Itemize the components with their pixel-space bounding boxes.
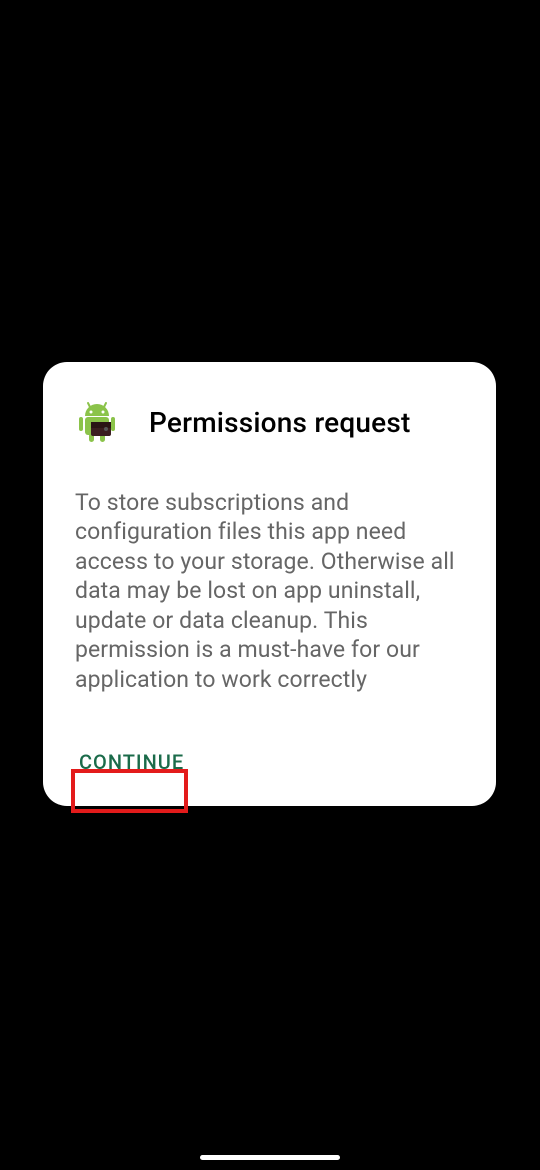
- app-icon: [77, 400, 121, 444]
- dialog-actions: CONTINUE: [75, 742, 464, 782]
- dialog-header: Permissions request: [75, 400, 464, 444]
- permissions-dialog: Permissions request To store subscriptio…: [43, 362, 496, 806]
- dialog-body: To store subscriptions and configuration…: [75, 488, 464, 694]
- dialog-title: Permissions request: [149, 406, 411, 439]
- continue-button[interactable]: CONTINUE: [75, 742, 188, 782]
- navigation-handle[interactable]: [200, 1155, 340, 1160]
